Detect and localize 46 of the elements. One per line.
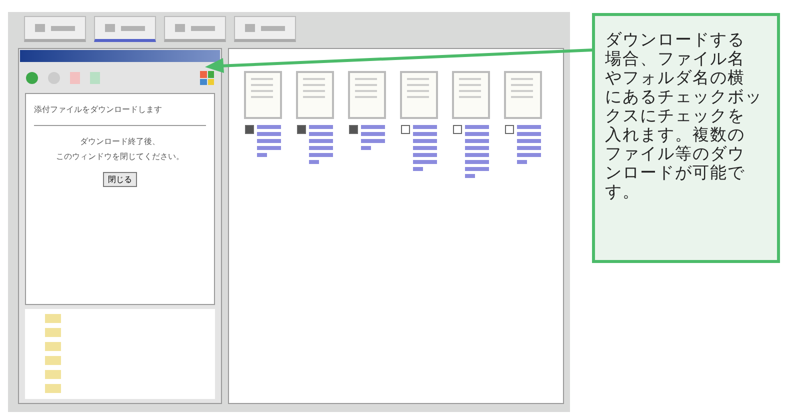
notice-text: このウィンドウを閉じてください。	[55, 151, 185, 162]
file-link-drawing[interactable]	[465, 125, 489, 178]
folder-icon[interactable]	[45, 369, 61, 379]
file-link-drawing[interactable]	[361, 125, 385, 150]
back-icon[interactable]	[25, 71, 39, 85]
file-link-drawing[interactable]	[517, 125, 541, 164]
document-thumbnail[interactable]	[348, 71, 386, 119]
document-thumbnail[interactable]	[504, 71, 542, 119]
callout-text: ンロードが可能で	[605, 163, 746, 182]
file-checkbox[interactable]	[349, 125, 358, 134]
callout-text: にあるチェックボッ	[605, 87, 764, 106]
notice-text: ダウンロード終了後、	[79, 136, 161, 147]
callout-text: クスにチェックを	[605, 106, 746, 125]
document-thumbnail[interactable]	[296, 71, 334, 119]
close-button[interactable]: 閉じる	[103, 172, 137, 187]
file-checkbox[interactable]	[453, 125, 462, 134]
forward-icon[interactable]	[47, 71, 61, 85]
toolbar-tab[interactable]	[24, 16, 86, 42]
folder-icon[interactable]	[45, 313, 61, 323]
folder-icon[interactable]	[45, 355, 61, 365]
page-icon[interactable]	[89, 71, 101, 85]
file-checkbox[interactable]	[297, 125, 306, 134]
file-link-drawing[interactable]	[257, 125, 281, 157]
page-icon[interactable]	[69, 71, 81, 85]
file-checkbox[interactable]	[401, 125, 410, 134]
folder-icon[interactable]	[45, 341, 61, 351]
folder-icon[interactable]	[45, 327, 61, 337]
callout-text: ファイル等のダウ	[605, 144, 746, 163]
folder-icon[interactable]	[45, 383, 61, 393]
callout-text: す。	[605, 182, 641, 201]
callout-text: 入れます。複数の	[605, 125, 746, 144]
document-thumbnail[interactable]	[400, 71, 438, 119]
dialog-message: 添付ファイルをダウンロードします	[34, 104, 163, 115]
windows-logo-icon	[199, 70, 215, 86]
callout-text: ダウンロードする	[605, 30, 746, 49]
file-checkbox[interactable]	[245, 125, 254, 134]
toolbar-tab[interactable]	[94, 16, 156, 42]
file-checkbox[interactable]	[505, 125, 514, 134]
toolbar-tab[interactable]	[164, 16, 226, 42]
toolbar-tab[interactable]	[234, 16, 296, 42]
callout-text: 場合、ファイル名	[605, 49, 746, 68]
callout-text: やフォルダ名の横	[605, 68, 746, 87]
file-link-drawing[interactable]	[413, 125, 437, 171]
file-link-drawing[interactable]	[309, 125, 333, 164]
document-thumbnail[interactable]	[452, 71, 490, 119]
document-thumbnail[interactable]	[244, 71, 282, 119]
